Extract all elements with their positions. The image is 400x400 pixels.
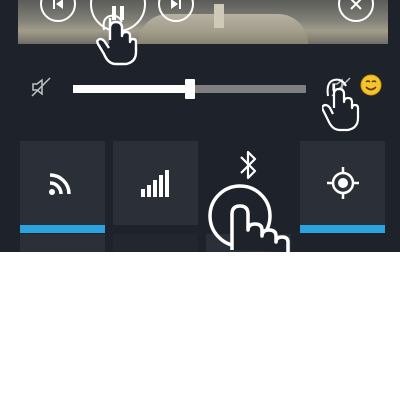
quick-settings-panel xyxy=(0,0,400,252)
location-icon xyxy=(326,167,359,199)
wifi-icon xyxy=(48,173,71,195)
tile-location[interactable] xyxy=(300,141,385,233)
tap-hand-icon-large xyxy=(208,184,290,252)
volume-slider[interactable] xyxy=(73,79,306,99)
tap-hand-icon xyxy=(96,14,138,66)
tile-signal[interactable] xyxy=(113,141,198,225)
next-icon xyxy=(171,0,181,9)
bluetooth-icon xyxy=(239,150,256,179)
signal-icon xyxy=(140,170,169,197)
artwork-tower xyxy=(214,4,224,28)
tile-row2-2[interactable] xyxy=(113,234,198,252)
volume-slider-thumb[interactable] xyxy=(184,79,195,99)
close-icon xyxy=(350,0,362,10)
volume-slider-fill xyxy=(73,85,190,93)
speaker-muted-icon[interactable] xyxy=(30,76,52,98)
tile-wifi[interactable] xyxy=(20,141,105,233)
tile-row2-1[interactable] xyxy=(20,234,105,252)
previous-icon xyxy=(53,0,63,9)
tap-hand-icon-volume xyxy=(322,78,360,132)
